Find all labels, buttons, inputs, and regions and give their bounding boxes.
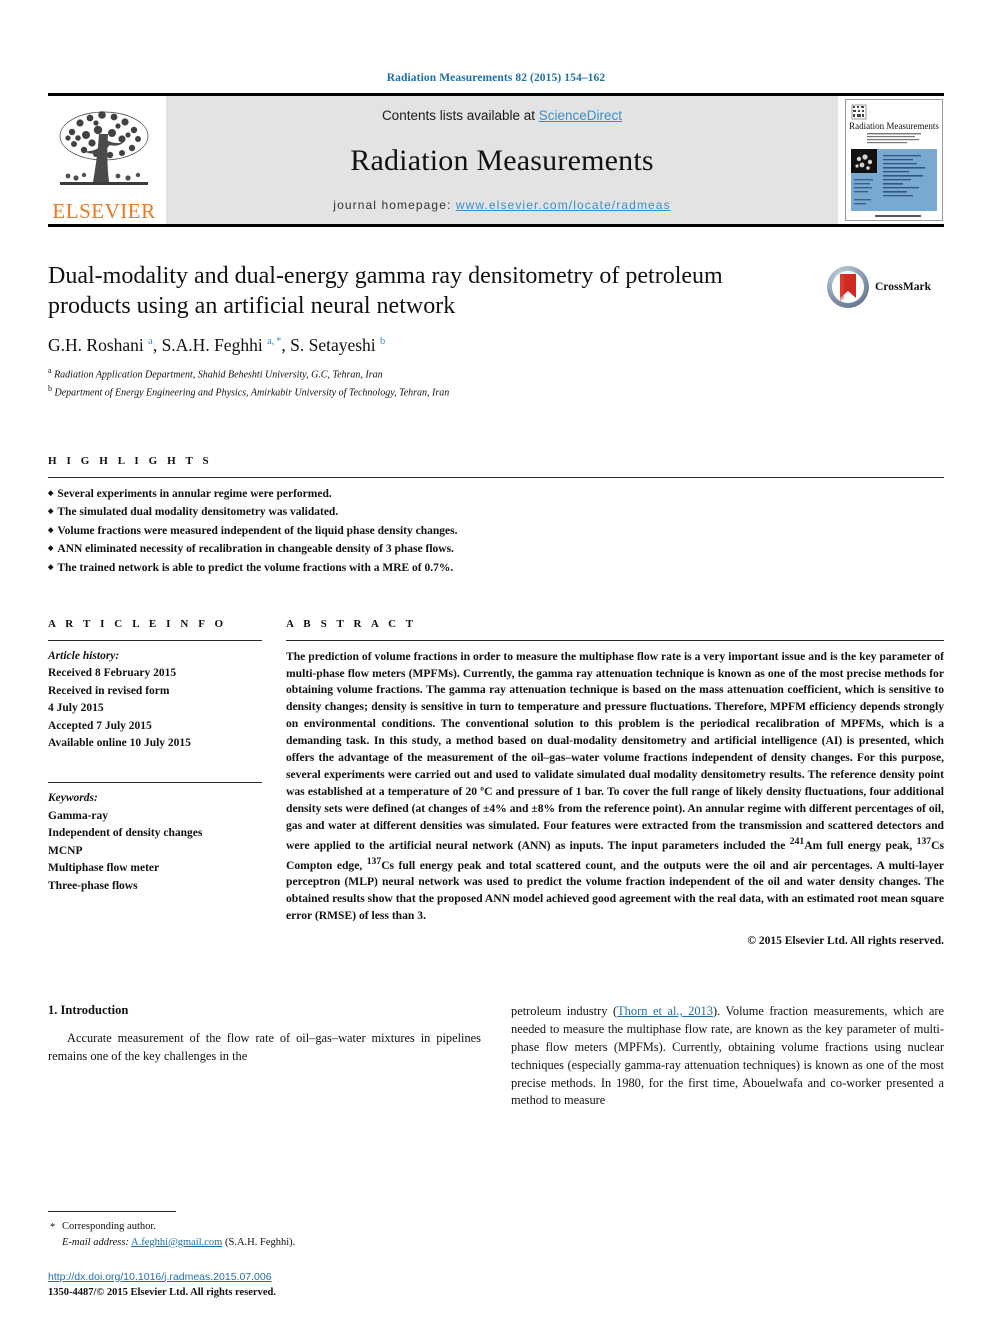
keyword-item: MCNP	[48, 844, 83, 857]
journal-homepage-link[interactable]: www.elsevier.com/locate/radmeas	[456, 198, 671, 212]
email-line: E-mail address: A.feghhi@gmail.com (S.A.…	[48, 1235, 488, 1251]
body-column-right: petroleum industry (Thorn et al., 2013).…	[511, 1003, 944, 1110]
abstract-heading: A B S T R A C T	[286, 617, 417, 630]
list-item: The simulated dual modality densitometry…	[48, 503, 944, 522]
affiliation-text-b: Department of Energy Engineering and Phy…	[54, 387, 450, 399]
abstract-section: A B S T R A C T The prediction of volume…	[286, 618, 944, 947]
keywords-block: Keywords: Gamma-ray Independent of densi…	[48, 790, 262, 895]
article-info-section: A R T I C L E I N F O Article history: R…	[48, 618, 286, 947]
body-columns: 1. Introduction Accurate measurement of …	[48, 1003, 944, 1110]
keyword-item: Three-phase flows	[48, 879, 138, 892]
keyword-item: Independent of density changes	[48, 827, 203, 840]
affiliation-b: b Department of Energy Engineering and P…	[48, 383, 944, 401]
citation-link-thorn-2013[interactable]: Thorn et al., 2013	[617, 1004, 713, 1018]
highlights-section: H I G H L I G H T S Several experiments …	[48, 455, 944, 578]
elsevier-wordmark: ELSEVIER	[52, 199, 156, 223]
crossmark-logo-icon	[827, 266, 869, 308]
article-page: Radiation Measurements 82 (2015) 154–162	[0, 0, 992, 1323]
footnote-rule	[48, 1211, 176, 1212]
elsevier-logo: ELSEVIER	[48, 96, 160, 224]
history-line: Available online 10 July 2015	[48, 736, 191, 749]
intro-paragraph-right: petroleum industry (Thorn et al., 2013).…	[511, 1003, 944, 1110]
crossmark-label: CrossMark	[875, 281, 932, 293]
footnote-block: * Corresponding author. E-mail address: …	[48, 1211, 488, 1301]
affiliation-text-a: Radiation Application Department, Shahid…	[54, 369, 383, 381]
affiliation-list: a Radiation Application Department, Shah…	[48, 365, 944, 400]
keyword-item: Gamma-ray	[48, 809, 109, 822]
svg-text:Radiation Measurements: Radiation Measurements	[849, 121, 939, 131]
highlights-rule	[48, 476, 944, 478]
abstract-rule	[286, 639, 944, 641]
journal-homepage-line: journal homepage: www.elsevier.com/locat…	[333, 198, 670, 212]
abstract-text: The prediction of volume fractions in or…	[286, 649, 944, 923]
intro-paragraph-left: Accurate measurement of the flow rate of…	[48, 1031, 481, 1063]
cover-image-icon: Radiation Measurements	[845, 99, 943, 221]
email-link[interactable]: A.feghhi@gmail.com	[131, 1237, 222, 1248]
author-list: G.H. Roshani a, S.A.H. Feghhi a, *, S. S…	[48, 335, 386, 356]
issn-copyright-line: 1350-4487/© 2015 Elsevier Ltd. All right…	[48, 1287, 276, 1299]
affiliation-a: a Radiation Application Department, Shah…	[48, 365, 944, 383]
article-history-label: Article history:	[48, 649, 120, 662]
highlights-list: Several experiments in annular regime we…	[48, 485, 944, 578]
affiliation-marker-a: a	[48, 366, 52, 376]
journal-cover-thumbnail: Radiation Measurements	[844, 96, 944, 224]
journal-title: Radiation Measurements	[350, 143, 654, 177]
body-column-left: 1. Introduction Accurate measurement of …	[48, 1003, 481, 1110]
doi-link[interactable]: http://dx.doi.org/10.1016/j.radmeas.2015…	[48, 1271, 272, 1283]
running-head: Radiation Measurements 82 (2015) 154–162	[386, 72, 606, 84]
title-block: Dual-modality and dual-energy gamma ray …	[48, 261, 944, 401]
journal-masthead: ELSEVIER Contents lists available at Sci…	[48, 96, 944, 224]
list-item: Volume fractions were measured independe…	[48, 522, 944, 541]
history-line: 4 July 2015	[48, 702, 104, 715]
abstract-copyright: © 2015 Elsevier Ltd. All rights reserved…	[747, 935, 944, 948]
article-history-block: Article history: Received 8 February 201…	[48, 648, 262, 753]
corresponding-author-line: * Corresponding author.	[48, 1219, 488, 1235]
section-heading-introduction: 1. Introduction	[48, 1003, 129, 1018]
article-info-spacer	[48, 752, 262, 772]
highlights-heading: H I G H L I G H T S	[48, 454, 213, 467]
sciencedirect-link[interactable]: ScienceDirect	[539, 108, 622, 123]
contents-lists-line: Contents lists available at ScienceDirec…	[382, 108, 622, 123]
intro-right-prefix: petroleum industry (	[511, 1004, 618, 1019]
history-line: Accepted 7 July 2015	[48, 719, 152, 732]
keywords-rule	[48, 782, 262, 784]
masthead-bottom-rule	[48, 224, 944, 227]
elsevier-tree-icon	[59, 111, 149, 185]
journal-band: Contents lists available at ScienceDirec…	[166, 96, 838, 224]
homepage-prefix: journal homepage:	[333, 198, 456, 212]
keyword-item: Multiphase flow meter	[48, 862, 160, 875]
keywords-label: Keywords:	[48, 792, 98, 805]
affiliation-marker-b: b	[48, 383, 52, 393]
list-item: ANN eliminated necessity of recalibratio…	[48, 540, 944, 559]
list-item: Several experiments in annular regime we…	[48, 485, 944, 504]
email-owner: (S.A.H. Feghhi).	[224, 1236, 296, 1248]
article-info-heading: A R T I C L E I N F O	[48, 617, 227, 630]
doi-block: http://dx.doi.org/10.1016/j.radmeas.2015…	[48, 1267, 488, 1302]
footnote-star-marker: *	[50, 1222, 56, 1233]
contents-prefix: Contents lists available at	[381, 108, 539, 123]
list-item: The trained network is able to predict t…	[48, 559, 944, 578]
email-label: E-mail address:	[62, 1236, 129, 1248]
history-line: Received in revised form	[48, 684, 170, 697]
history-line: Received 8 February 2015	[48, 667, 177, 680]
info-abstract-row: A R T I C L E I N F O Article history: R…	[48, 618, 944, 947]
page-title: Dual-modality and dual-energy gamma ray …	[48, 263, 723, 320]
corresponding-author-text: Corresponding author.	[62, 1221, 156, 1232]
article-info-rule	[48, 639, 262, 641]
crossmark-badge[interactable]: CrossMark	[826, 265, 944, 309]
intro-right-suffix: ). Volume fraction measurements, which a…	[511, 1004, 945, 1108]
